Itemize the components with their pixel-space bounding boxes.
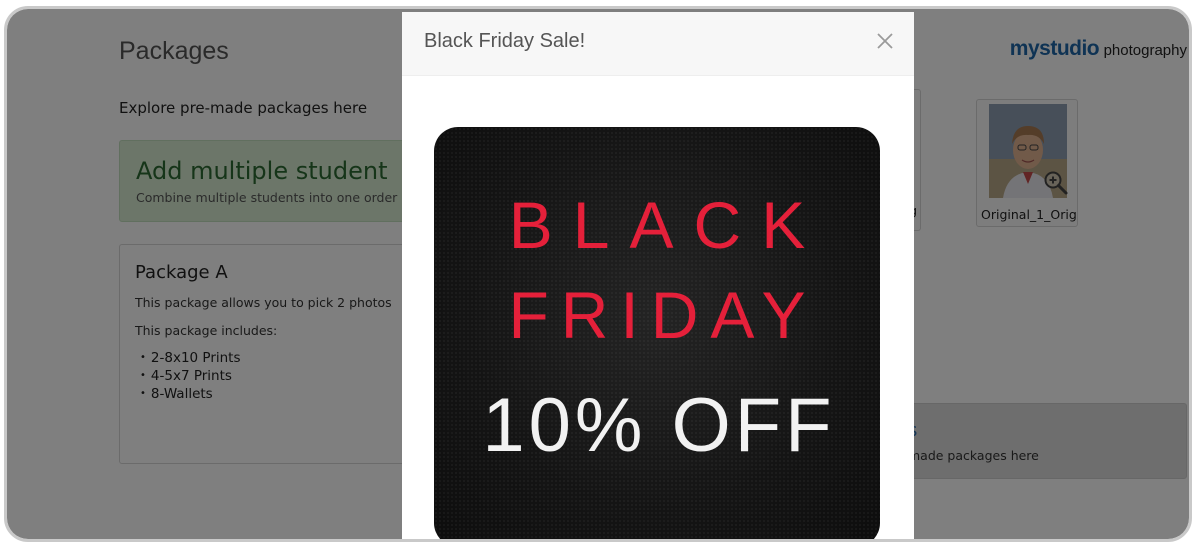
- black-friday-modal: Black Friday Sale! BLACK FRIDAY 10% OFF: [402, 12, 914, 539]
- modal-header: Black Friday Sale!: [402, 12, 914, 76]
- promo-friday-text: FRIDAY: [508, 278, 818, 352]
- close-icon: [877, 33, 893, 49]
- app-frame: Packages mystudio photography Explore pr…: [4, 6, 1192, 542]
- black-friday-promo-banner: BLACK FRIDAY 10% OFF: [434, 127, 880, 539]
- promo-discount-text: 10% OFF: [482, 383, 836, 468]
- close-button[interactable]: [872, 28, 898, 54]
- promo-black-text: BLACK: [508, 188, 826, 262]
- modal-title: Black Friday Sale!: [424, 30, 586, 52]
